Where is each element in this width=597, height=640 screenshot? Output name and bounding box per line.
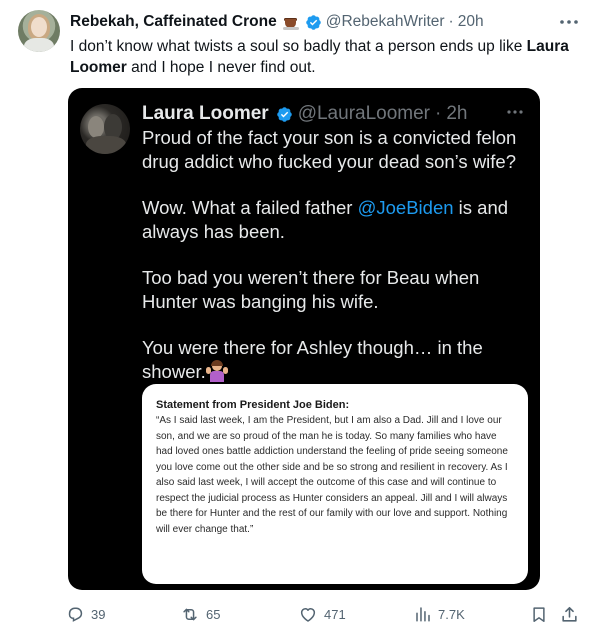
- quoted-author-name[interactable]: Laura Loomer: [142, 103, 269, 125]
- quoted-paragraph-4: You were there for Ashley though… in the…: [142, 337, 483, 382]
- reply-button[interactable]: 39: [66, 602, 105, 626]
- bookmark-button[interactable]: [530, 602, 548, 626]
- verified-badge-icon: [276, 106, 293, 123]
- shrug-emoji-icon: [205, 359, 228, 382]
- tweet-header: Rebekah, Caffeinated Crone @RebekahWrite…: [70, 10, 580, 34]
- quoted-paragraph-1: Proud of the fact your son is a convicte…: [142, 127, 517, 172]
- like-count: 471: [324, 606, 346, 622]
- author-avatar[interactable]: [18, 10, 60, 52]
- more-options-icon[interactable]: [506, 102, 524, 120]
- statement-body: “As I said last week, I am the President…: [156, 415, 508, 535]
- action-bar: 39 65 471 7.7K: [66, 602, 586, 626]
- reply-count: 39: [91, 606, 106, 622]
- separator: ·: [448, 13, 454, 30]
- heart-icon: [298, 605, 318, 624]
- tweet-text: I don’t know what twists a soul so badly…: [70, 38, 569, 76]
- statement-title: Statement from President Joe Biden:: [156, 399, 350, 411]
- quoted-text: Proud of the fact your son is a convicte…: [142, 126, 532, 406]
- repost-icon: [180, 605, 200, 624]
- tweet[interactable]: Rebekah, Caffeinated Crone @RebekahWrite…: [0, 0, 597, 640]
- more-options-icon[interactable]: [559, 12, 579, 26]
- like-button[interactable]: 471: [298, 602, 346, 626]
- separator: ·: [435, 103, 442, 124]
- quoted-timestamp[interactable]: 2h: [446, 103, 467, 125]
- views-chart-icon: [414, 605, 432, 623]
- quoted-header: Laura Loomer @LauraLoomer · 2h: [142, 100, 467, 128]
- share-icon: [560, 605, 579, 624]
- verified-badge-icon: [305, 14, 322, 31]
- repost-count: 65: [206, 606, 221, 622]
- timestamp[interactable]: 20h: [458, 13, 484, 31]
- quoted-paragraph-3: Too bad you weren’t there for Beau when …: [142, 267, 480, 312]
- reply-icon: [66, 605, 85, 624]
- author-name[interactable]: Rebekah, Caffeinated Crone: [70, 13, 277, 31]
- statement-image[interactable]: Statement from President Joe Biden: “As …: [142, 384, 528, 584]
- view-count: 7.7K: [438, 606, 465, 622]
- views-button[interactable]: 7.7K: [414, 602, 465, 626]
- quoted-paragraph-2: Wow. What a failed father @JoeBiden is a…: [142, 197, 509, 242]
- mention-link[interactable]: @JoeBiden: [358, 197, 454, 218]
- quoted-author-avatar[interactable]: [80, 104, 130, 154]
- quoted-tweet[interactable]: Laura Loomer @LauraLoomer · 2h Proud of …: [68, 88, 540, 590]
- author-handle[interactable]: @RebekahWriter: [326, 13, 445, 31]
- share-button[interactable]: [560, 602, 579, 626]
- repost-button[interactable]: 65: [180, 602, 220, 626]
- coffee-emoji-icon: [282, 14, 299, 30]
- quoted-author-handle[interactable]: @LauraLoomer: [298, 103, 430, 125]
- bookmark-icon: [530, 605, 548, 624]
